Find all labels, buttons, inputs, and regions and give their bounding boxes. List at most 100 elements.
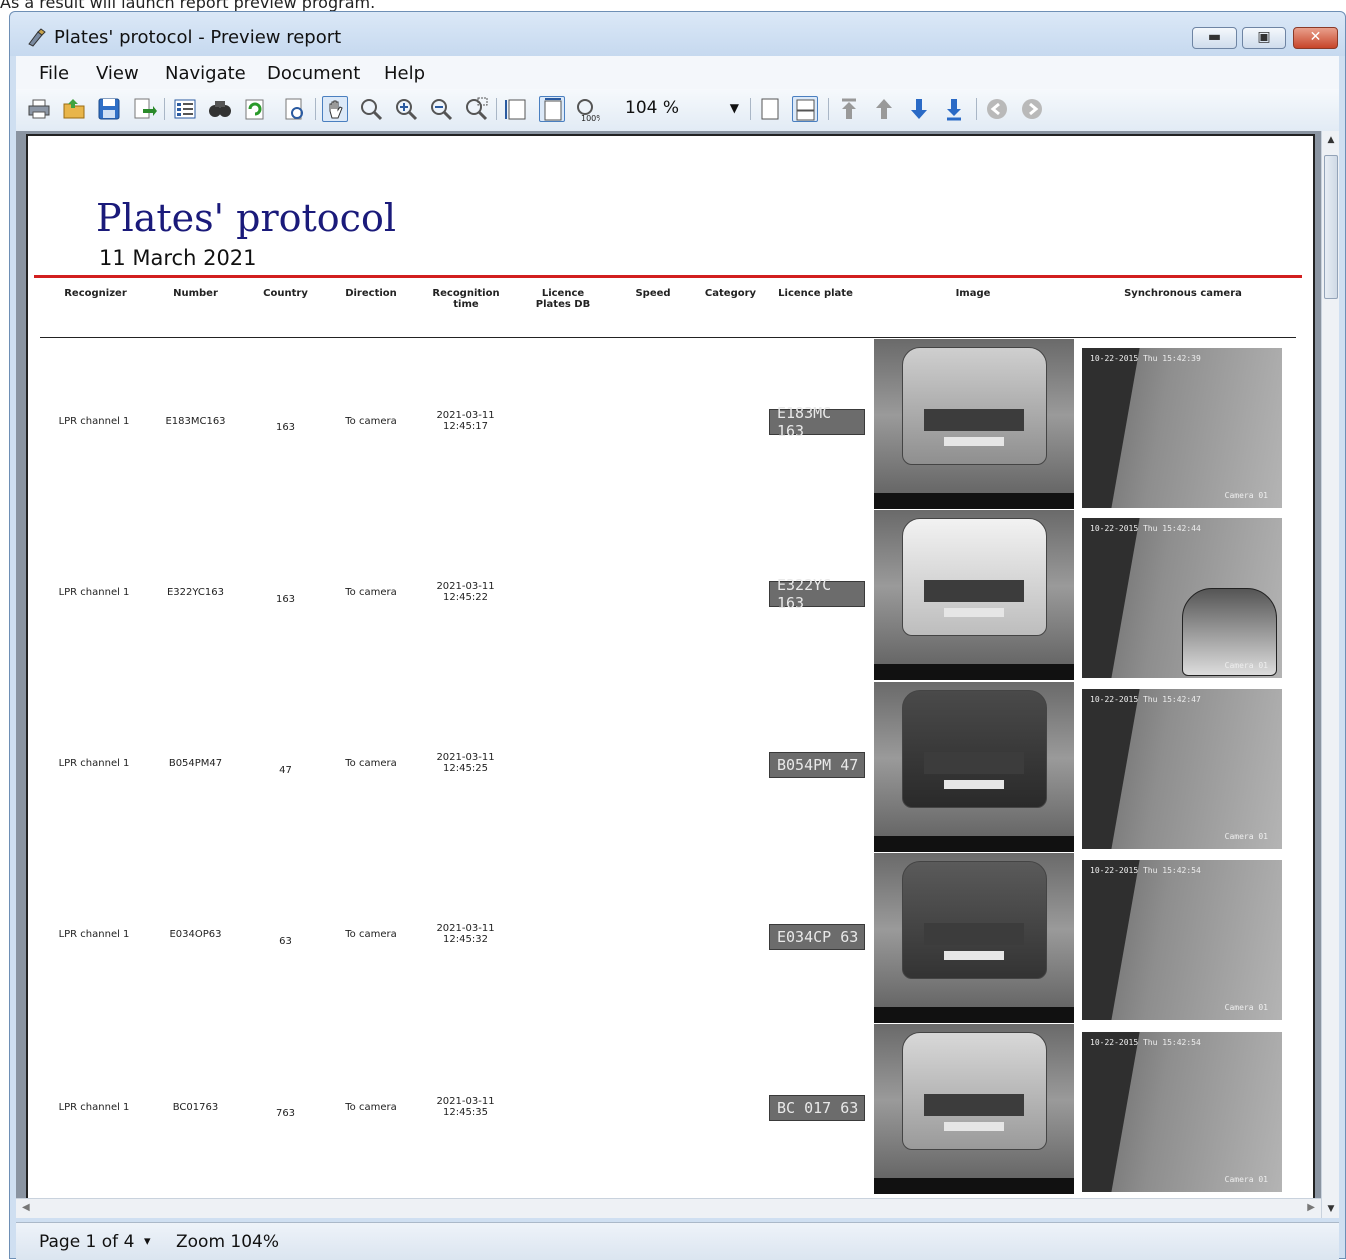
- zoom-region-icon[interactable]: [463, 96, 489, 122]
- find-icon[interactable]: [207, 96, 233, 122]
- cell-time-clock: 12:45:22: [443, 592, 488, 603]
- report-title: Plates' protocol: [96, 196, 396, 240]
- cell-recognizer: LPR channel 1: [58, 587, 130, 598]
- menu-document[interactable]: Document: [267, 63, 360, 84]
- cell-time-clock: 12:45:25: [443, 763, 488, 774]
- cell-time-date: 2021-03-11: [436, 581, 495, 592]
- zoom-100-icon[interactable]: 100%: [574, 96, 604, 123]
- vertical-scrollbar[interactable]: ▲ ▼: [1321, 131, 1339, 1218]
- scrollbar-thumb[interactable]: [1324, 155, 1338, 299]
- close-button[interactable]: ✕: [1293, 27, 1338, 49]
- cell-country: 163: [275, 422, 296, 433]
- synchronous-camera-image: 10-22-2015 Thu 15:42:44 Camera 01: [1082, 518, 1282, 678]
- toolbar-separator: [976, 98, 977, 120]
- zoom-in-icon[interactable]: [393, 96, 419, 122]
- last-page-icon[interactable]: [941, 96, 967, 122]
- col-header-number: Number: [173, 288, 218, 299]
- cell-direction: To camera: [345, 1102, 397, 1113]
- zoom-out-icon[interactable]: [428, 96, 454, 122]
- export-icon[interactable]: [131, 96, 157, 122]
- toolbar-separator: [828, 98, 829, 120]
- scroll-up-icon[interactable]: ▲: [1322, 135, 1340, 145]
- vehicle-image: [874, 853, 1074, 1023]
- menu-help[interactable]: Help: [384, 63, 425, 84]
- page-width-icon[interactable]: [504, 96, 530, 122]
- cell-country: 763: [275, 1108, 296, 1119]
- cell-country: 163: [275, 594, 296, 605]
- cell-number: E034OP63: [169, 929, 222, 940]
- scroll-down-icon[interactable]: ▼: [1322, 1204, 1340, 1214]
- scroll-left-icon[interactable]: ◀: [22, 1202, 30, 1213]
- single-page-icon[interactable]: [757, 96, 783, 122]
- toolbar-separator: [315, 98, 316, 120]
- hand-icon[interactable]: [322, 96, 348, 122]
- synchronous-camera-image: 10-22-2015 Thu 15:42:39 Camera 01: [1082, 348, 1282, 508]
- report-page: Plates' protocol 11 March 2021 Recognize…: [26, 134, 1315, 1204]
- cell-recognizer: LPR channel 1: [58, 929, 130, 940]
- maximize-icon: ▣: [1257, 29, 1271, 45]
- cell-number: B054PM47: [168, 758, 223, 769]
- multi-page-icon[interactable]: [792, 96, 818, 122]
- app-icon: [28, 28, 46, 47]
- horizontal-scrollbar[interactable]: ◀ ▶: [16, 1198, 1321, 1218]
- vehicle-image: [874, 682, 1074, 852]
- vehicle-image: [874, 1024, 1074, 1194]
- report-date: 11 March 2021: [99, 246, 257, 270]
- refresh-icon[interactable]: [242, 96, 268, 122]
- chevron-down-icon[interactable]: ▼: [730, 101, 739, 115]
- back-icon[interactable]: [984, 96, 1010, 122]
- whole-page-icon[interactable]: [539, 96, 565, 122]
- maximize-button[interactable]: ▣: [1242, 27, 1286, 49]
- save-icon[interactable]: [96, 96, 122, 122]
- licence-plate-image: B054PM 47: [769, 752, 865, 778]
- next-page-icon[interactable]: [906, 96, 932, 122]
- preview-window: Plates' protocol - Preview report ▬ ▣ ✕ …: [9, 11, 1346, 1260]
- header-divider: [40, 337, 1296, 338]
- toolbar-separator: [496, 98, 497, 120]
- menu-view[interactable]: View: [96, 63, 139, 84]
- col-header-country: Country: [263, 288, 308, 299]
- cell-direction: To camera: [345, 758, 397, 769]
- cell-time-date: 2021-03-11: [436, 923, 495, 934]
- forward-icon[interactable]: [1019, 96, 1045, 122]
- menu-navigate[interactable]: Navigate: [165, 63, 246, 84]
- minimize-button[interactable]: ▬: [1192, 27, 1237, 49]
- col-header-licence-plates-db: Licence Plates DB: [535, 288, 591, 310]
- licence-plate-image: E183MC 163: [769, 404, 865, 440]
- cell-recognizer: LPR channel 1: [58, 1102, 130, 1113]
- menu-file[interactable]: File: [39, 63, 69, 84]
- synchronous-camera-image: 10-22-2015 Thu 15:42:54 Camera 01: [1082, 860, 1282, 1020]
- preview-viewport[interactable]: Plates' protocol 11 March 2021 Recognize…: [16, 131, 1339, 1218]
- col-header-image: Image: [955, 288, 991, 299]
- page-dropdown-icon[interactable]: ▾: [144, 1234, 151, 1249]
- scroll-right-icon[interactable]: ▶: [1307, 1202, 1315, 1213]
- cell-country: 63: [279, 936, 292, 947]
- toolbar-separator: [164, 98, 165, 120]
- window-title: Plates' protocol - Preview report: [54, 27, 342, 48]
- zoom-value: 104 %: [625, 98, 680, 118]
- zoom-combo[interactable]: 104 % ▼: [621, 96, 741, 122]
- menu-bar: File View Navigate Document Help: [16, 56, 1339, 89]
- first-page-icon[interactable]: [836, 96, 862, 122]
- cell-direction: To camera: [345, 416, 397, 427]
- col-header-synchronous-camera: Synchronous camera: [1124, 288, 1242, 299]
- zoom-status: Zoom 104%: [176, 1232, 280, 1252]
- vehicle-image: [874, 339, 1074, 509]
- page-setup-icon[interactable]: [282, 96, 308, 122]
- cell-recognizer: LPR channel 1: [58, 416, 130, 427]
- title-bar[interactable]: Plates' protocol - Preview report ▬ ▣ ✕: [10, 12, 1345, 56]
- cell-recognizer: LPR channel 1: [58, 758, 130, 769]
- print-icon[interactable]: [26, 96, 52, 122]
- licence-plate-image: E322YC 163: [769, 576, 865, 612]
- title-divider: [34, 275, 1302, 278]
- cell-time-date: 2021-03-11: [436, 1096, 495, 1107]
- zoom-tool-icon[interactable]: [358, 96, 384, 122]
- open-icon[interactable]: [61, 96, 87, 122]
- col-header-speed: Speed: [635, 288, 671, 299]
- page-indicator[interactable]: Page 1 of 4: [39, 1232, 134, 1252]
- cell-country: 47: [279, 765, 292, 776]
- prev-page-icon[interactable]: [871, 96, 897, 122]
- synchronous-camera-image: 10-22-2015 Thu 15:42:54 Camera 01: [1082, 1032, 1282, 1192]
- cell-number: BC01763: [172, 1102, 219, 1113]
- outline-icon[interactable]: [172, 96, 198, 122]
